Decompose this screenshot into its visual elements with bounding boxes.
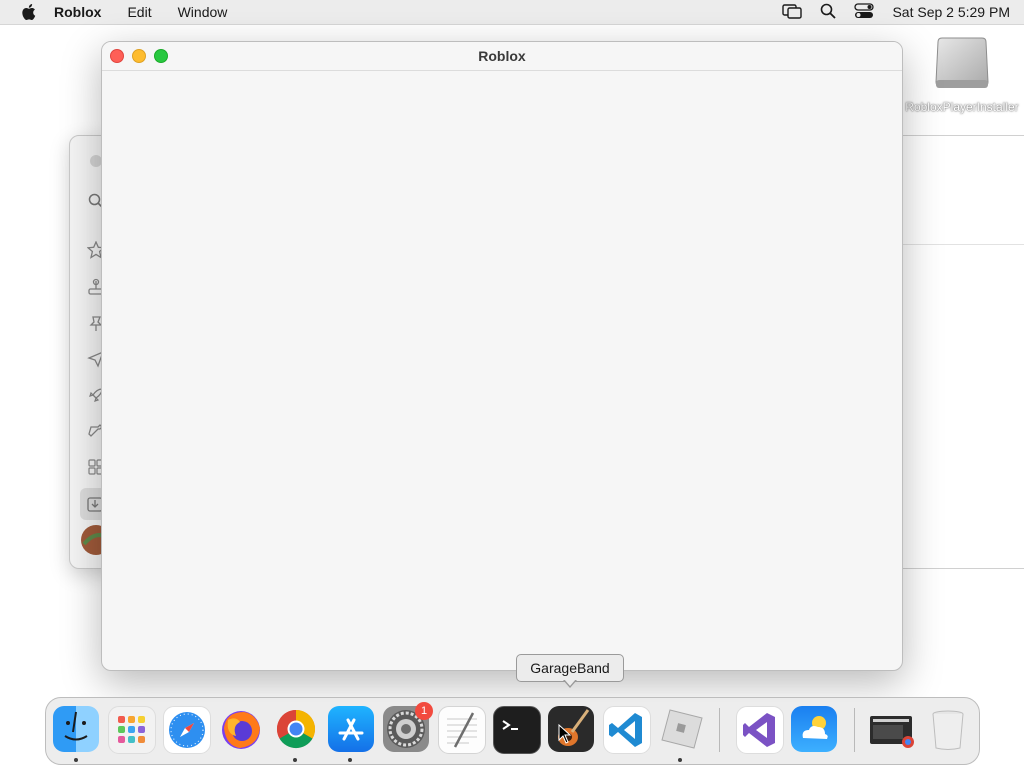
- window-content: [102, 71, 902, 670]
- apple-icon[interactable]: [18, 2, 38, 22]
- weather-icon[interactable]: [791, 706, 837, 752]
- running-indicator: [74, 758, 78, 762]
- spotlight-search-icon[interactable]: [820, 3, 837, 22]
- dock-separator: [719, 708, 720, 752]
- chrome-icon[interactable]: [273, 706, 319, 752]
- launchpad-icon[interactable]: [108, 706, 156, 754]
- divider: [901, 244, 1024, 245]
- notification-badge: 1: [415, 702, 433, 720]
- roblox-window[interactable]: Roblox: [101, 41, 903, 671]
- roblox-icon[interactable]: [658, 706, 704, 752]
- desktop-item-label: RobloxPlayerInstaller: [905, 100, 1019, 114]
- app-store-icon[interactable]: [328, 706, 374, 752]
- control-center-icon[interactable]: [854, 2, 875, 22]
- terminal-icon[interactable]: [493, 706, 541, 754]
- disk-drive-icon: [934, 34, 990, 92]
- running-indicator: [348, 758, 352, 762]
- finder-icon[interactable]: [53, 706, 99, 752]
- window-title: Roblox: [478, 48, 526, 64]
- menu-bar: Roblox Edit Window Sat Sep 2 5:29 PM: [0, 0, 1024, 25]
- running-indicator: [293, 758, 297, 762]
- menu-window[interactable]: Window: [178, 4, 228, 20]
- window-titlebar[interactable]: Roblox: [102, 42, 902, 71]
- firefox-icon[interactable]: [218, 706, 264, 752]
- close-button[interactable]: [110, 49, 124, 63]
- maximize-button[interactable]: [154, 49, 168, 63]
- textedit-icon[interactable]: [438, 706, 486, 754]
- running-indicator: [678, 758, 682, 762]
- vscode-icon[interactable]: [603, 706, 651, 754]
- background-window-right[interactable]: [900, 135, 1024, 569]
- menu-app-name[interactable]: Roblox: [54, 4, 101, 20]
- dock-tooltip: GarageBand: [516, 654, 624, 682]
- dock-separator: [854, 708, 855, 752]
- visual-studio-icon[interactable]: [736, 706, 784, 754]
- safari-icon[interactable]: [163, 706, 211, 754]
- mouse-pointer-icon: [558, 723, 572, 749]
- trash-icon[interactable]: [925, 706, 971, 752]
- downloads-stack-icon[interactable]: [868, 706, 914, 752]
- minimize-button[interactable]: [132, 49, 146, 63]
- menu-edit[interactable]: Edit: [127, 4, 151, 20]
- desktop-item-installer[interactable]: RobloxPlayerInstaller: [904, 34, 1020, 114]
- menubar-clock[interactable]: Sat Sep 2 5:29 PM: [892, 4, 1010, 20]
- screen-mirroring-icon[interactable]: [782, 3, 803, 22]
- tooltip-arrow-fill: [564, 679, 576, 686]
